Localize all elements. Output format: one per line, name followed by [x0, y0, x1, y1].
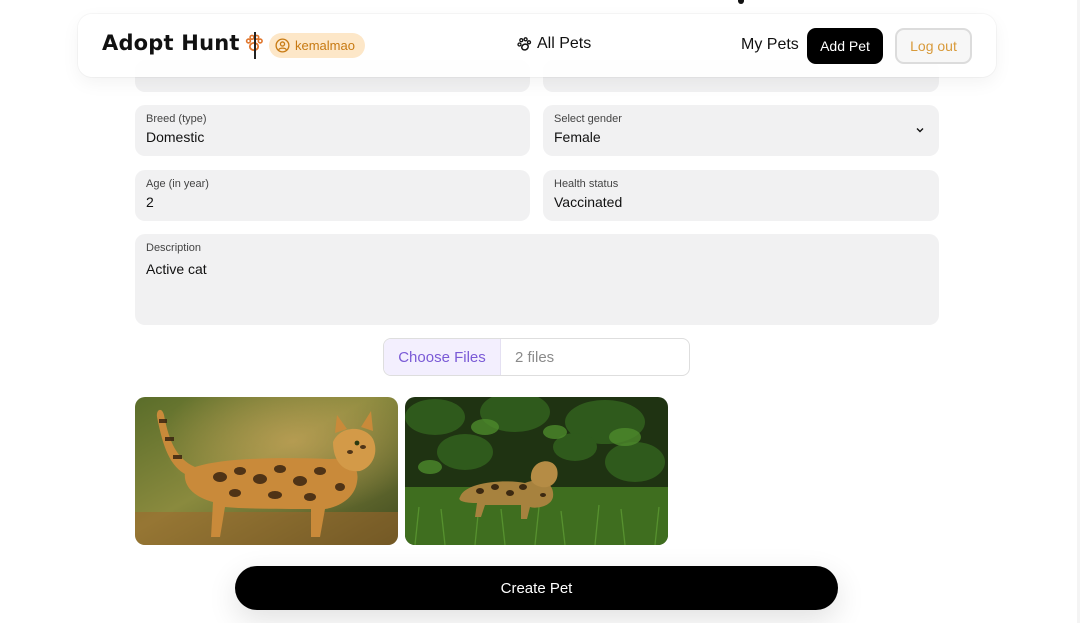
user-badge[interactable]: kemalmao: [269, 33, 365, 58]
add-pet-button[interactable]: Add Pet: [807, 28, 883, 64]
health-value: Vaccinated: [554, 194, 623, 210]
description-textarea[interactable]: Description Active cat: [135, 234, 939, 325]
age-field[interactable]: Age (in year) 2: [135, 170, 530, 221]
logo-text: Adopt Hunt: [102, 31, 240, 55]
logo[interactable]: Adopt Hunt: [102, 31, 264, 55]
gender-label: Select gender: [554, 113, 622, 125]
age-value: 2: [146, 194, 154, 210]
nav-all-pets[interactable]: All Pets: [516, 35, 591, 53]
nav-divider: [254, 32, 256, 59]
create-pet-button[interactable]: Create Pet: [235, 566, 838, 610]
breed-field[interactable]: Breed (type) Domestic: [135, 105, 530, 156]
file-count: 2 files: [515, 348, 555, 366]
choose-files-button[interactable]: Choose Files: [384, 339, 501, 375]
pet-image-preview-1: [135, 397, 398, 545]
username: kemalmao: [295, 38, 355, 53]
paw-icon: [517, 37, 532, 51]
breed-label: Breed (type): [146, 113, 207, 125]
all-pets-label: All Pets: [537, 35, 592, 52]
description-value: Active cat: [146, 261, 207, 277]
health-field[interactable]: Health status Vaccinated: [543, 170, 939, 221]
pet-image-preview-2: [405, 397, 668, 545]
description-label: Description: [146, 242, 202, 254]
navbar: Adopt Hunt kemalmao All Pets My Pets Add…: [78, 14, 996, 77]
breed-value: Domestic: [146, 129, 205, 145]
logout-button[interactable]: Log out: [895, 28, 972, 64]
gender-select[interactable]: Select gender Female: [543, 105, 939, 156]
nav-my-pets[interactable]: My Pets: [741, 36, 799, 54]
age-label: Age (in year): [146, 178, 209, 190]
gender-value: Female: [554, 129, 601, 145]
page-title-fragment: [738, 0, 744, 4]
chevron-down-icon: [916, 128, 924, 133]
file-input[interactable]: Choose Files 2 files: [383, 338, 690, 376]
health-label: Health status: [554, 178, 619, 190]
user-circle-icon: [275, 38, 290, 53]
